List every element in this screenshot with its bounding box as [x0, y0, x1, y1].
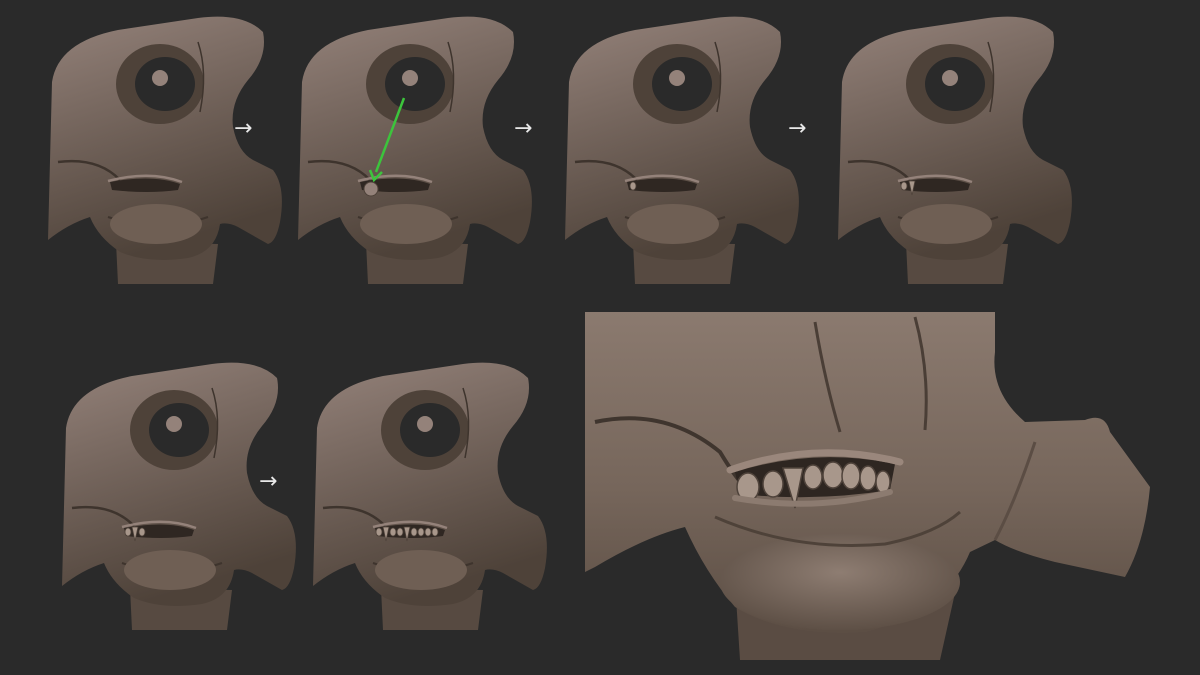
head-sculpt-4: [838, 16, 1072, 284]
chin: [627, 204, 719, 244]
sculpt-step-4: [838, 12, 1078, 287]
teeth: [629, 181, 637, 191]
mouth-closeup-sculpt: [585, 312, 1150, 660]
eye-ball: [166, 416, 182, 432]
chin: [360, 204, 452, 244]
right-arrow-icon: →: [259, 469, 278, 494]
chin: [720, 534, 960, 630]
head-sculpt-5: [62, 362, 296, 630]
eye-ball: [669, 70, 685, 86]
head-sculpt-2: [298, 16, 532, 284]
sculpt-step-1: [48, 12, 288, 287]
right-arrow-icon: →: [788, 116, 807, 141]
chin: [124, 550, 216, 590]
chin: [900, 204, 992, 244]
moved-sphere: [363, 181, 379, 197]
right-arrow-icon: →: [514, 116, 533, 141]
head-sculpt-3: [565, 16, 799, 284]
chin: [110, 204, 202, 244]
mouth-closeup: [585, 312, 1165, 662]
eye-ball: [942, 70, 958, 86]
eye-ball: [417, 416, 433, 432]
eye-ball: [402, 70, 418, 86]
sculpt-step-2: [298, 12, 538, 287]
chin: [375, 550, 467, 590]
right-arrow-icon: →: [234, 116, 253, 141]
eye-ball: [152, 70, 168, 86]
sculpt-step-3: [565, 12, 805, 287]
head-sculpt-6: [313, 362, 547, 630]
sculpt-step-5: [62, 358, 302, 633]
head-sculpt-1: [48, 16, 282, 284]
sculpt-step-6: [313, 358, 553, 633]
